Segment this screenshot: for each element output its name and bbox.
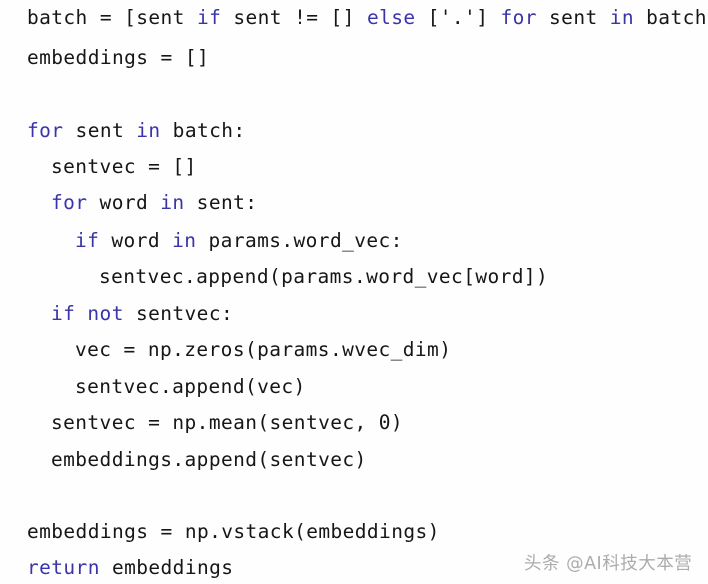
code-keyword: return xyxy=(27,556,100,579)
code-text: word xyxy=(87,191,161,214)
code-line: embeddings = [] xyxy=(27,48,209,68)
code-line: if word in params.word_vec: xyxy=(75,231,403,251)
code-line: batch = [sent if sent != [] else ['.'] f… xyxy=(27,8,708,28)
code-text: sent xyxy=(63,119,137,142)
code-line: sentvec.append(params.word_vec[word]) xyxy=(99,267,548,287)
code-text: batch = [sent xyxy=(27,6,197,29)
code-line: embeddings = np.vstack(embeddings) xyxy=(27,522,440,542)
code-line: return embeddings xyxy=(27,558,233,578)
code-line: sentvec = [] xyxy=(51,157,197,177)
code-keyword: else xyxy=(366,6,416,29)
code-keyword: if xyxy=(196,6,222,29)
code-block: batch = [sent if sent != [] else ['.'] f… xyxy=(0,0,708,584)
code-line: vec = np.zeros(params.wvec_dim) xyxy=(75,340,451,360)
code-keyword: if xyxy=(51,302,76,325)
code-text: embeddings = [] xyxy=(27,46,210,69)
code-text: sentvec: xyxy=(123,302,234,325)
code-line: for sent in batch: xyxy=(27,121,246,141)
code-text: embeddings = np.vstack(embeddings) xyxy=(27,520,440,543)
code-text: vec = np.zeros(params.wvec_dim) xyxy=(75,338,452,361)
code-text: params.word_vec: xyxy=(196,229,403,252)
code-line: embeddings.append(sentvec) xyxy=(51,450,367,470)
code-keyword: in xyxy=(609,6,635,29)
code-text: embeddings xyxy=(99,556,234,579)
code-text: sent xyxy=(536,6,610,29)
code-text: sentvec = np.mean(sentvec, 0) xyxy=(51,411,404,434)
code-text: ['.'] xyxy=(415,6,501,29)
code-text: embeddings.append(sentvec) xyxy=(51,448,367,471)
code-keyword: in xyxy=(136,119,161,142)
code-text: sentvec.append(params.word_vec[word]) xyxy=(99,265,549,288)
code-text: sent: xyxy=(184,191,258,214)
code-text: batch] xyxy=(646,6,708,29)
code-line: sentvec.append(vec) xyxy=(75,377,306,397)
code-keyword: not xyxy=(87,302,124,325)
code-line: if not sentvec: xyxy=(51,304,233,324)
code-text: sentvec = [] xyxy=(51,155,197,178)
code-keyword: for xyxy=(51,191,88,214)
code-line: for word in sent: xyxy=(51,193,257,213)
code-text: word xyxy=(99,229,173,252)
code-line: sentvec = np.mean(sentvec, 0) xyxy=(51,413,403,433)
code-keyword: if xyxy=(75,229,100,252)
code-keyword: for xyxy=(27,119,64,142)
code-keyword: in xyxy=(160,191,185,214)
code-text: batch: xyxy=(160,119,246,142)
code-text: sent != [] xyxy=(221,6,367,29)
code-keyword: in xyxy=(172,229,197,252)
code-keyword: for xyxy=(500,6,537,29)
watermark-text: 头条 @AI科技大本营 xyxy=(524,554,693,574)
code-text: sentvec.append(vec) xyxy=(75,375,306,398)
